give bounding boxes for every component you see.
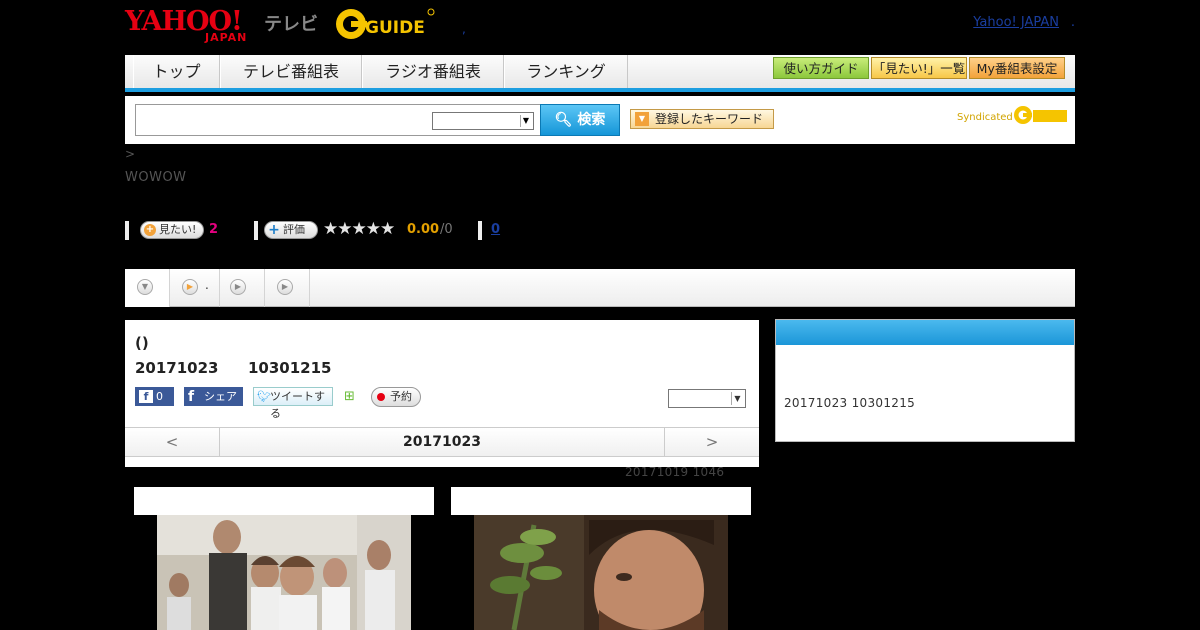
rate-button[interactable]: + 評価 <box>264 221 318 239</box>
saved-keywords-button[interactable]: ▼ 登録したキーワード <box>630 109 774 129</box>
program-title: () <box>135 334 149 352</box>
want-list-button[interactable]: 「見たい!」一覧 <box>871 57 967 79</box>
facebook-like-button[interactable]: f0 <box>135 387 174 406</box>
date-navigator: < 20171023 > <box>125 427 759 457</box>
broadcast-info-header <box>776 320 1074 345</box>
breadcrumb[interactable]: > <box>125 147 135 161</box>
tab-2[interactable]: ▶ <box>170 269 220 307</box>
divider <box>254 221 258 240</box>
chevron-down-icon: ▼ <box>520 115 531 127</box>
facebook-share-button[interactable]: f シェア <box>184 387 243 406</box>
gguide-small-logo <box>1014 106 1067 124</box>
yahoo-japan-link-suffix: . <box>1070 15 1075 30</box>
facebook-share-label: シェア <box>204 390 237 403</box>
rating-score: 0.00 <box>407 222 440 237</box>
triangle-down-icon: ▼ <box>635 112 649 126</box>
facebook-icon: f <box>188 389 195 405</box>
divider <box>478 221 482 240</box>
my-schedule-settings-button[interactable]: My番組表設定 <box>969 57 1065 79</box>
twitter-bird-icon: 🐦︎ <box>257 390 271 403</box>
play-icon: ▶ <box>277 279 293 295</box>
current-date: 20171023 <box>403 434 481 450</box>
chef-with-herbs-photo <box>474 515 728 630</box>
facebook-icon: f <box>139 390 153 403</box>
broadcast-info-box: 20171023 10301215 <box>775 319 1075 442</box>
tab-3[interactable]: ▶ <box>220 269 265 307</box>
nav-tab-top[interactable]: トップ <box>133 55 220 88</box>
divider <box>125 221 129 240</box>
thumbnail-caption-bar <box>134 487 434 515</box>
usage-guide-button[interactable]: 使い方ガイド <box>773 57 869 79</box>
broadcast-info-text: 20171023 10301215 <box>784 396 916 410</box>
tab-2-label: . <box>205 278 209 292</box>
play-icon: ▶ <box>182 279 198 295</box>
record-icon <box>377 393 385 401</box>
program-tabs: ▼ ▶ ▶ ▶ <box>125 269 1075 307</box>
want-button[interactable]: + 見たい! <box>140 221 204 239</box>
tab-4[interactable]: ▶ <box>265 269 310 307</box>
yahoo-japan-link[interactable]: Yahoo! JAPAN <box>973 15 1059 30</box>
tv-label: テレビ <box>264 14 318 35</box>
gguide-logo[interactable]: GUIDE <box>335 6 435 42</box>
next-date-button[interactable]: > <box>664 428 759 456</box>
star-rating: ★★★★★ <box>323 219 395 239</box>
yahoo-japan-logo[interactable]: YAHOO! JAPAN テレビ <box>125 4 325 44</box>
header-separator: , <box>462 22 466 36</box>
gguide-logo-text: GUIDE <box>365 18 425 38</box>
site-header: YAHOO! JAPAN テレビ GUIDE , Yahoo! JAPAN . <box>125 0 1075 50</box>
rating-count: /0 <box>440 222 453 237</box>
main-nav: トップ テレビ番組表 ラジオ番組表 ランキング 使い方ガイド 「見たい!」一覧 … <box>125 55 1075 92</box>
search-bar: ▼ 🔍︎ 検索 ▼ 登録したキーワード Syndicated <box>125 96 1075 144</box>
syndicated-label: Syndicated <box>957 112 1013 123</box>
tweet-button-label: ツイートする <box>270 390 325 420</box>
plus-icon: + <box>268 222 280 238</box>
rate-button-label: 評価 <box>283 223 305 236</box>
last-updated: 20171019 1046 <box>625 465 725 479</box>
chefs-kitchen-photo <box>157 515 411 630</box>
plus-icon: + <box>144 224 156 236</box>
reserve-recording-button[interactable]: 予約 <box>371 387 421 407</box>
want-button-label: 見たい! <box>159 223 197 236</box>
yahoo-logo-sub: JAPAN <box>205 31 248 44</box>
facebook-like-count: 0 <box>156 390 163 403</box>
nav-tab-ranking[interactable]: ランキング <box>504 55 628 88</box>
review-count-link[interactable]: 0 <box>491 222 500 237</box>
search-category-select[interactable]: ▼ <box>432 112 534 130</box>
nav-tab-tv-schedule[interactable]: テレビ番組表 <box>220 55 362 88</box>
tweet-button[interactable]: 🐦︎ ツイートする <box>253 387 333 420</box>
program-thumbnail-card[interactable] <box>451 487 751 630</box>
chevron-down-icon: ▼ <box>137 279 153 295</box>
thumbnail-caption-bar <box>451 487 751 515</box>
saved-keywords-label: 登録したキーワード <box>655 112 764 126</box>
channel-name: WOWOW <box>125 170 187 185</box>
nav-tab-radio-schedule[interactable]: ラジオ番組表 <box>362 55 504 88</box>
tab-1[interactable]: ▼ <box>125 269 170 307</box>
program-date: 20171023 <box>135 359 219 377</box>
search-icon: 🔍︎ <box>554 112 573 128</box>
program-thumbnail-card[interactable] <box>134 487 434 630</box>
reserve-button-label: 予約 <box>390 390 412 403</box>
search-button[interactable]: 🔍︎ 検索 <box>540 104 620 136</box>
previous-date-button[interactable]: < <box>125 428 220 456</box>
program-detail-panel: () 20171023 10301215 f0 f シェア 🐦︎ ツイートする … <box>125 320 759 467</box>
chevron-down-icon: ▼ <box>731 392 743 405</box>
play-icon: ▶ <box>230 279 246 295</box>
program-time: 10301215 <box>248 359 332 377</box>
want-count: 2 <box>209 222 219 237</box>
search-button-label: 検索 <box>577 112 606 128</box>
program-action-select[interactable]: ▼ <box>668 389 746 408</box>
add-to-calendar-icon[interactable]: ⊞ <box>344 388 360 405</box>
